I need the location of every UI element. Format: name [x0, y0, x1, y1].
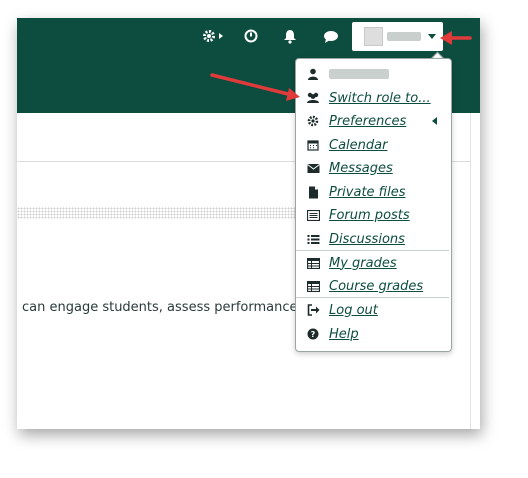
- arrow-to-switch-role: [210, 73, 300, 101]
- arrow-to-user-menu: [440, 31, 472, 45]
- annotation-arrows: [210, 31, 472, 101]
